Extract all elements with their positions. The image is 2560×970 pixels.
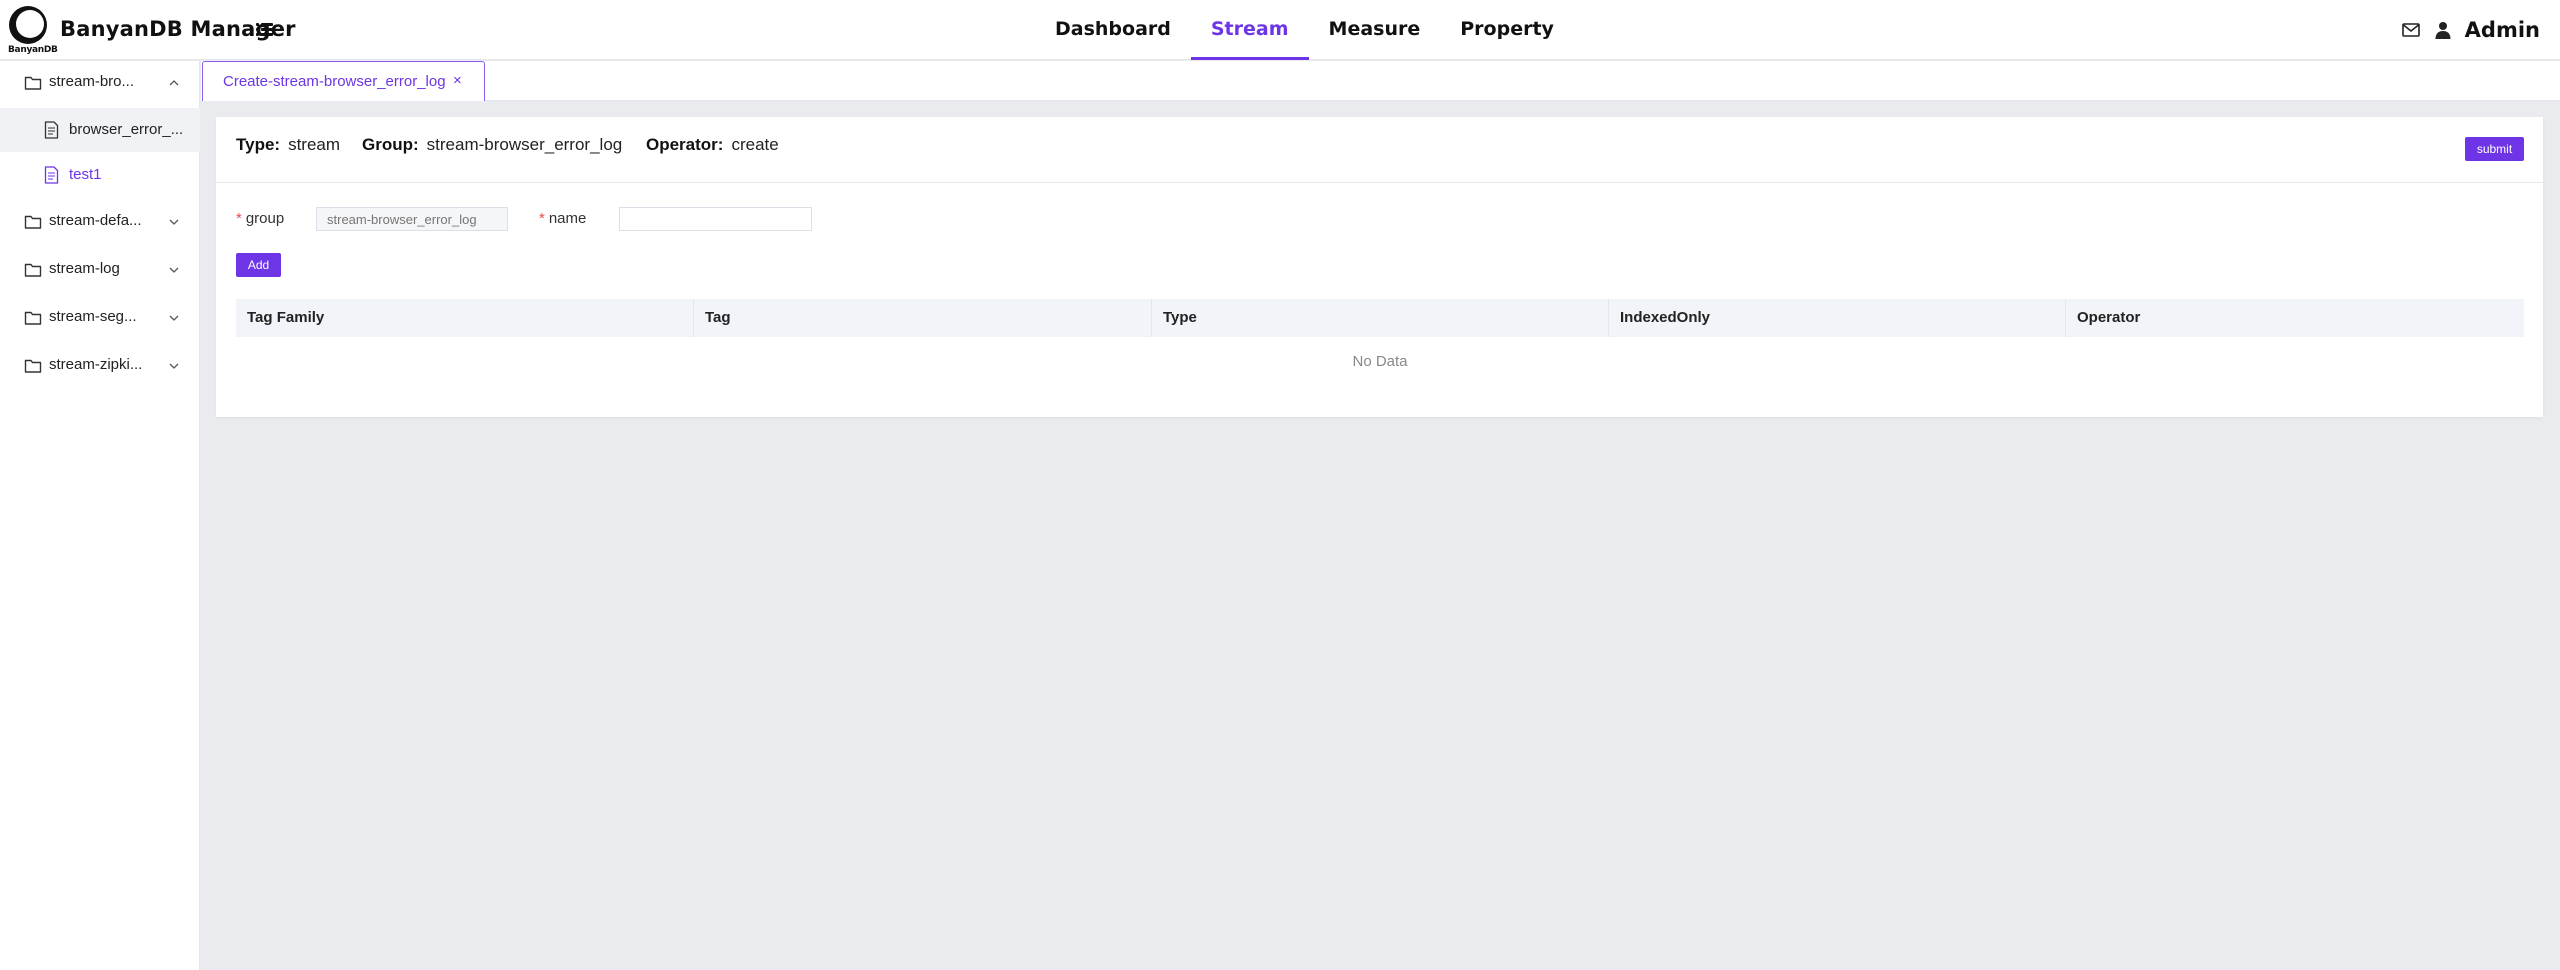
top-header: BanyanDB BanyanDB Manager Dashboard Stre…	[0, 0, 2560, 60]
chevron-down-icon[interactable]	[168, 360, 180, 372]
main-nav: Dashboard Stream Measure Property	[1035, 0, 1574, 60]
folder-icon	[24, 76, 42, 90]
header-right: Admin	[2401, 0, 2540, 60]
chevron-up-icon[interactable]	[168, 77, 180, 89]
name-input[interactable]	[619, 207, 812, 231]
operator-label: Operator:	[646, 135, 724, 154]
operator-info: Operator: create	[646, 135, 779, 155]
nav-dashboard[interactable]: Dashboard	[1035, 0, 1191, 60]
mail-icon[interactable]	[2401, 20, 2421, 40]
sidebar-item-label: browser_error_...	[69, 121, 184, 138]
nav-measure[interactable]: Measure	[1309, 0, 1441, 60]
tab-label: Create-stream-browser_error_log	[223, 73, 446, 90]
sidebar-group-label: stream-defa...	[49, 212, 142, 229]
folder-icon	[24, 215, 42, 229]
sidebar-group-stream-default[interactable]: stream-defa...	[0, 200, 200, 244]
group-label-text: group	[245, 210, 285, 227]
folder-icon	[24, 311, 42, 325]
operator-value: create	[731, 135, 779, 154]
sidebar-group-label: stream-seg...	[49, 308, 137, 325]
group-value: stream-browser_error_log	[426, 135, 623, 154]
required-mark: *	[539, 210, 545, 227]
chevron-down-icon[interactable]	[168, 264, 180, 276]
add-tag-button[interactable]: Add	[236, 253, 281, 277]
group-label: Group:	[362, 135, 419, 154]
logo-text: BanyanDB	[8, 45, 58, 55]
tab-create-stream[interactable]: Create-stream-browser_error_log ×	[202, 61, 485, 101]
logo-moon	[16, 10, 44, 38]
group-field-label: * group	[236, 210, 284, 227]
type-info: Type: stream	[236, 135, 340, 155]
column-header-tag[interactable]: Tag	[694, 299, 1152, 337]
group-info: Group: stream-browser_error_log	[362, 135, 622, 155]
tabs-bar: Create-stream-browser_error_log ×	[201, 61, 2560, 101]
close-icon[interactable]: ×	[453, 72, 462, 89]
required-mark: *	[236, 210, 242, 227]
sidebar-group-stream-zipkin[interactable]: stream-zipki...	[0, 344, 200, 388]
sidebar-group-stream-browser[interactable]: stream-bro...	[0, 61, 200, 105]
nav-stream[interactable]: Stream	[1190, 0, 1309, 60]
user-icon[interactable]	[2433, 20, 2453, 40]
name-field-label: * name	[539, 210, 586, 227]
sidebar-item-label: test1	[69, 166, 102, 183]
user-name[interactable]: Admin	[2465, 18, 2540, 42]
sidebar-group-stream-log[interactable]: stream-log	[0, 248, 200, 292]
submit-button[interactable]: submit	[2465, 137, 2524, 161]
folder-icon	[24, 263, 42, 277]
nav-property[interactable]: Property	[1440, 0, 1574, 60]
tag-table-header: Tag Family Tag Type IndexedOnly Operator	[236, 299, 2524, 337]
group-input[interactable]	[316, 207, 508, 231]
sidebar-item-browser-error[interactable]: browser_error_...	[0, 108, 200, 152]
chevron-down-icon[interactable]	[168, 216, 180, 228]
sidebar-group-label: stream-bro...	[49, 73, 135, 90]
column-header-type[interactable]: Type	[1152, 299, 1609, 337]
type-value: stream	[288, 135, 341, 154]
card-header: Type: stream Group: stream-browser_error_l…	[216, 117, 2543, 183]
banyandb-logo[interactable]: BanyanDB	[8, 6, 58, 55]
sidebar-group-label: stream-log	[49, 260, 120, 277]
sidebar-group-stream-segment[interactable]: stream-seg...	[0, 296, 200, 340]
column-header-operator[interactable]: Operator	[2066, 299, 2524, 337]
chevron-down-icon[interactable]	[168, 312, 180, 324]
document-icon	[44, 121, 59, 139]
menu-toggle-icon[interactable]	[256, 22, 273, 36]
sidebar: stream-bro... browser_error_... test1 st…	[0, 61, 200, 970]
type-label: Type:	[236, 135, 281, 154]
document-icon	[44, 166, 59, 184]
name-label-text: name	[548, 210, 587, 227]
stream-editor-card: Type: stream Group: stream-browser_error_l…	[216, 117, 2543, 417]
folder-icon	[24, 359, 42, 373]
sidebar-group-label: stream-zipki...	[49, 356, 143, 373]
table-empty-text: No Data	[1352, 353, 1408, 370]
column-header-tag-family[interactable]: Tag Family	[236, 299, 694, 337]
sidebar-item-test1[interactable]: test1	[0, 153, 200, 197]
column-header-indexed-only[interactable]: IndexedOnly	[1609, 299, 2066, 337]
